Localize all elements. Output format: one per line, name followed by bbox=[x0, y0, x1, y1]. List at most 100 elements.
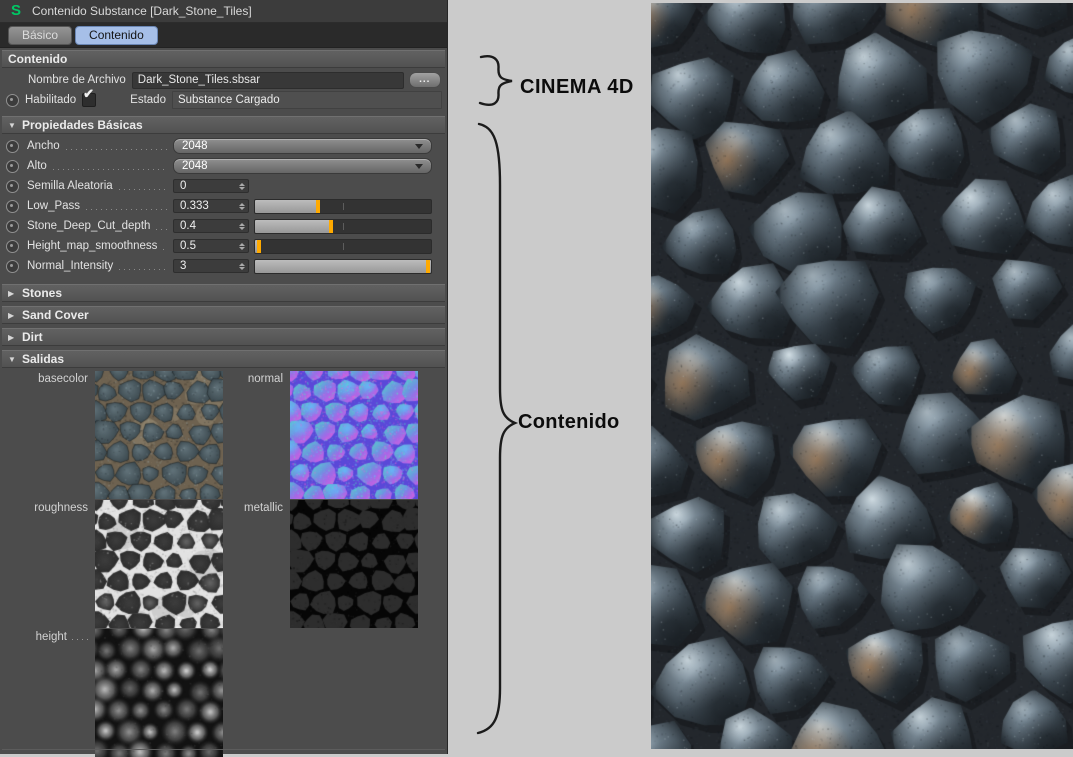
number-field-normal_intensity[interactable]: 3 bbox=[173, 259, 249, 273]
substance-panel: S Contenido Substance [Dark_Stone_Tiles]… bbox=[0, 0, 448, 754]
param-ring-icon bbox=[6, 240, 19, 253]
param-row-normal_intensity: Normal_Intensity 3 bbox=[0, 256, 447, 276]
spinner-arrows-icon[interactable] bbox=[239, 220, 245, 232]
section-header-propiedades[interactable]: ▼ Propiedades Básicas bbox=[2, 116, 445, 134]
substance-icon: S bbox=[8, 3, 24, 19]
slider-center-tick bbox=[343, 243, 344, 250]
number-field-low_pass[interactable]: 0.333 bbox=[173, 199, 249, 213]
panel-bottom-divider bbox=[2, 749, 445, 750]
dropdown-value: 2048 bbox=[182, 160, 208, 172]
spinner-arrows-icon[interactable] bbox=[239, 200, 245, 212]
output-label-text: normal bbox=[248, 373, 283, 385]
file-row: Nombre de Archivo Dark_Stone_Tiles.sbsar… bbox=[0, 70, 447, 90]
slider-center-tick bbox=[343, 223, 344, 230]
slider-height_map_smoothness[interactable] bbox=[254, 239, 432, 254]
chevron-down-icon bbox=[415, 144, 423, 149]
leader-dots bbox=[86, 209, 167, 210]
output-label-text: metallic bbox=[244, 502, 283, 514]
leader-dots bbox=[53, 169, 167, 170]
brace-drawings bbox=[448, 0, 658, 754]
dropdown-alto[interactable]: 2048 bbox=[173, 158, 432, 174]
param-ring-icon bbox=[6, 220, 19, 233]
brace-contenido bbox=[478, 124, 515, 733]
file-name-field[interactable]: Dark_Stone_Tiles.sbsar bbox=[132, 72, 404, 89]
param-row-semilla aleatoria: Semilla Aleatoria0 bbox=[0, 176, 447, 196]
leader-dots bbox=[66, 149, 167, 150]
param-row-stone_deep_cut_depth: Stone_Deep_Cut_depth 0.4 bbox=[0, 216, 447, 236]
spinner-arrows-icon[interactable] bbox=[239, 240, 245, 252]
section-header-salidas[interactable]: ▼ Salidas bbox=[2, 350, 445, 368]
number-value: 0 bbox=[180, 180, 186, 192]
param-ring-icon bbox=[6, 94, 19, 107]
slider-center-tick bbox=[343, 203, 344, 210]
section-header-dirt[interactable]: ▶Dirt bbox=[2, 328, 445, 346]
output-label-text: height bbox=[36, 631, 67, 643]
param-ring-icon bbox=[6, 160, 19, 173]
dropdown-ancho[interactable]: 2048 bbox=[173, 138, 432, 154]
number-value: 3 bbox=[180, 260, 186, 272]
tab-strip: Básico Contenido bbox=[0, 23, 447, 48]
slider-handle[interactable] bbox=[316, 200, 320, 213]
param-label: Height_map_smoothness bbox=[27, 240, 157, 252]
slider-handle[interactable] bbox=[329, 220, 333, 233]
slider-handle[interactable] bbox=[426, 260, 430, 273]
preview-normal-image bbox=[290, 371, 418, 499]
output-label-roughness: roughness bbox=[34, 500, 95, 628]
output-label-text: roughness bbox=[34, 502, 88, 514]
param-label: Stone_Deep_Cut_depth bbox=[27, 220, 150, 232]
slider-handle[interactable] bbox=[257, 240, 261, 253]
dropdown-value: 2048 bbox=[182, 140, 208, 152]
leader-dots bbox=[119, 269, 167, 270]
preview-metallic-image bbox=[290, 500, 418, 628]
slider-normal_intensity[interactable] bbox=[254, 259, 432, 274]
preview-height-image bbox=[95, 629, 223, 757]
tab-contenido[interactable]: Contenido bbox=[75, 26, 158, 45]
slider-low_pass[interactable] bbox=[254, 199, 432, 214]
enabled-row: Habilitado ✔ Estado Substance Cargado bbox=[0, 90, 447, 110]
spinner-arrows-icon[interactable] bbox=[239, 180, 245, 192]
param-ring-icon bbox=[6, 140, 19, 153]
section-label: Dirt bbox=[22, 330, 43, 344]
param-row-alto: Alto2048 bbox=[0, 156, 447, 176]
section-label: Stones bbox=[22, 286, 62, 300]
stone-texture-photo bbox=[651, 3, 1073, 749]
number-field-semilla aleatoria[interactable]: 0 bbox=[173, 179, 249, 193]
preview-basecolor-image bbox=[95, 371, 223, 499]
section-header-sand-cover[interactable]: ▶Sand Cover bbox=[2, 306, 445, 324]
chevron-down-icon bbox=[415, 164, 423, 169]
param-ring-icon bbox=[6, 200, 19, 213]
basic-props-well: Ancho2048Alto2048Semilla Aleatoria0Low_P… bbox=[0, 134, 447, 280]
stone-texture-photo-frame bbox=[651, 3, 1073, 749]
number-field-stone_deep_cut_depth[interactable]: 0.4 bbox=[173, 219, 249, 233]
estado-label: Estado bbox=[130, 94, 166, 106]
number-value: 0.5 bbox=[180, 240, 196, 252]
param-row-low_pass: Low_Pass0.333 bbox=[0, 196, 447, 216]
file-label: Nombre de Archivo bbox=[28, 74, 126, 86]
content-well: Nombre de Archivo Dark_Stone_Tiles.sbsar… bbox=[0, 68, 447, 114]
enabled-checkbox[interactable]: ✔ bbox=[82, 93, 96, 107]
estado-field: Substance Cargado bbox=[172, 91, 442, 109]
spinner-arrows-icon[interactable] bbox=[239, 260, 245, 272]
output-label-height: height bbox=[36, 629, 95, 757]
panel-title: Contenido Substance [Dark_Stone_Tiles] bbox=[32, 4, 252, 18]
preview-roughness-image bbox=[95, 500, 223, 628]
param-row-height_map_smoothness: Height_map_smoothness 0.5 bbox=[0, 236, 447, 256]
param-label: Ancho bbox=[27, 140, 60, 152]
checkmark-icon: ✔ bbox=[83, 86, 94, 102]
param-label: Normal_Intensity bbox=[27, 260, 113, 272]
tab-basico[interactable]: Básico bbox=[8, 26, 72, 45]
param-ring-icon bbox=[6, 180, 19, 193]
number-value: 0.4 bbox=[180, 220, 196, 232]
chevron-down-icon: ▼ bbox=[8, 355, 17, 364]
output-label-basecolor: basecolor bbox=[38, 371, 95, 499]
section-header-stones[interactable]: ▶ Stones bbox=[2, 284, 445, 302]
slider-stone_deep_cut_depth[interactable] bbox=[254, 219, 432, 234]
output-label-metallic: metallic bbox=[244, 500, 290, 628]
section-header-contenido: Contenido bbox=[2, 50, 445, 68]
chevron-right-icon: ▶ bbox=[8, 289, 17, 298]
leader-dots bbox=[156, 229, 167, 230]
browse-button[interactable]: ... bbox=[409, 72, 441, 88]
output-label-text: basecolor bbox=[38, 373, 88, 385]
number-field-height_map_smoothness[interactable]: 0.5 bbox=[173, 239, 249, 253]
chevron-right-icon: ▶ bbox=[8, 311, 17, 320]
